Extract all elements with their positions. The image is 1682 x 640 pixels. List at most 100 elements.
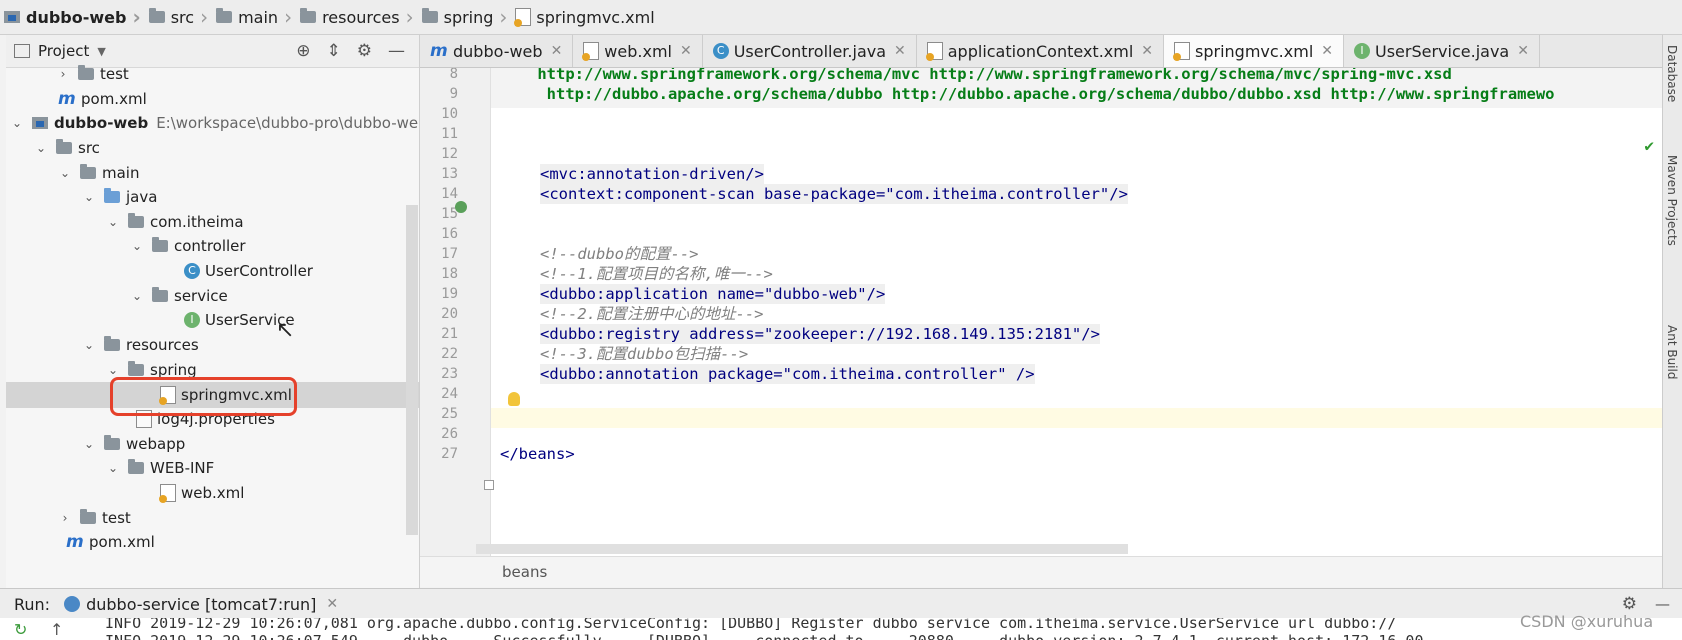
tree-item-main[interactable]: ⌄ main bbox=[58, 160, 139, 186]
chevron-down-icon[interactable]: ⌄ bbox=[106, 209, 120, 235]
arrow-up-icon[interactable]: ↑ bbox=[50, 620, 63, 639]
line-number: 19 bbox=[441, 286, 458, 302]
class-icon: C bbox=[184, 263, 200, 279]
tab-dubbo-web[interactable]: m dubbo-web ✕ bbox=[420, 35, 574, 67]
tree-item-web-xml[interactable]: web.xml bbox=[159, 480, 244, 506]
tab-usercontroller[interactable]: C UserController.java ✕ bbox=[703, 35, 917, 67]
package-icon bbox=[152, 287, 168, 302]
tab-userservice[interactable]: I UserService.java ✕ bbox=[1344, 35, 1540, 67]
gear-icon[interactable]: ⚙ bbox=[357, 41, 372, 61]
folder-icon bbox=[148, 8, 165, 23]
gear-icon[interactable]: ⚙ bbox=[1622, 594, 1637, 614]
code-editor[interactable]: 8 9 10 11 12 13 14 15 16 17 18 19 20 21 … bbox=[420, 68, 1662, 556]
line-number: 22 bbox=[441, 346, 458, 362]
run-toolbar: Run: dubbo-service [tomcat7:run] ✕ ⚙ — bbox=[0, 588, 1682, 619]
spring-bean-icon[interactable] bbox=[455, 201, 467, 213]
tree-item-java[interactable]: ⌄ java bbox=[82, 184, 157, 210]
locate-icon[interactable]: ⊕ bbox=[296, 41, 310, 61]
editor-breadcrumb[interactable]: beans bbox=[502, 563, 547, 581]
tree-item-test[interactable]: › test bbox=[56, 61, 129, 87]
tree-item-usercontroller[interactable]: C UserController bbox=[184, 258, 313, 284]
folder-icon bbox=[78, 65, 94, 80]
line-number: 21 bbox=[441, 326, 458, 342]
tree-item-src[interactable]: ⌄ src bbox=[34, 135, 100, 161]
chevron-down-icon[interactable]: ⌄ bbox=[130, 283, 144, 309]
interface-icon: I bbox=[1354, 43, 1370, 59]
line-number: 26 bbox=[441, 426, 458, 442]
code-line-27: </beans> bbox=[500, 445, 575, 463]
close-icon[interactable]: ✕ bbox=[894, 43, 906, 59]
ant-build-tool-button[interactable]: Ant Build bbox=[1665, 325, 1679, 379]
module-icon bbox=[32, 117, 48, 129]
collapse-all-icon[interactable]: ⇕ bbox=[327, 41, 341, 61]
close-icon[interactable]: ✕ bbox=[1141, 43, 1153, 59]
chevron-down-icon[interactable]: ⌄ bbox=[82, 332, 96, 358]
tree-item-resources[interactable]: ⌄ resources bbox=[82, 332, 199, 358]
chevron-right-icon[interactable]: › bbox=[56, 61, 70, 87]
close-icon[interactable]: ✕ bbox=[680, 43, 692, 59]
minimize-icon[interactable]: — bbox=[1655, 595, 1670, 613]
tree-item-controller[interactable]: ⌄ controller bbox=[130, 233, 246, 259]
minimize-icon[interactable]: — bbox=[388, 41, 405, 61]
maven-projects-tool-button[interactable]: Maven Projects bbox=[1665, 155, 1679, 246]
breadcrumb-item-dubbo-web[interactable]: dubbo-web › bbox=[0, 0, 145, 34]
tree-item-web-inf[interactable]: ⌄ WEB-INF bbox=[106, 455, 214, 481]
close-icon[interactable]: ✕ bbox=[551, 43, 563, 59]
project-panel: Project ▼ ⊕ ⇕ ⚙ — › test m pom.xml ⌄ dubbo-w… bbox=[6, 35, 420, 590]
editor-tabs: m dubbo-web ✕ web.xml ✕ C UserController.jav… bbox=[420, 35, 1682, 68]
editor-breadcrumb-bar: beans bbox=[420, 556, 1682, 587]
tree-item-dubbo-web[interactable]: ⌄ dubbo-web E:\workspace\dubbo-pro\dubbo-w… bbox=[10, 110, 418, 136]
project-view-selector[interactable]: Project ▼ bbox=[14, 42, 106, 60]
breadcrumb-item-main[interactable]: main › bbox=[212, 0, 296, 34]
line-number: 20 bbox=[441, 306, 458, 322]
breadcrumb-item-src[interactable]: src › bbox=[145, 0, 212, 34]
close-icon[interactable]: ✕ bbox=[326, 596, 338, 612]
chevron-down-icon[interactable]: ⌄ bbox=[106, 455, 120, 481]
fold-icon[interactable] bbox=[484, 480, 494, 490]
breadcrumb: dubbo-web › src › main › resources › spring ›… bbox=[0, 0, 1682, 35]
lightbulb-icon[interactable] bbox=[508, 392, 520, 406]
database-tool-button[interactable]: Database bbox=[1665, 45, 1679, 102]
code-line-23: <dubbo:annotation package="com.itheima.c… bbox=[540, 364, 1035, 384]
close-icon[interactable]: ✕ bbox=[1517, 43, 1529, 59]
tab-web-xml[interactable]: web.xml ✕ bbox=[573, 35, 703, 67]
code-line-18: <!--1.配置项目的名称,唯一--> bbox=[540, 265, 773, 283]
watermark: CSDN @xuruhua bbox=[1520, 612, 1654, 631]
tab-applicationcontext[interactable]: applicationContext.xml ✕ bbox=[917, 35, 1165, 67]
tree-item-webapp[interactable]: ⌄ webapp bbox=[82, 431, 185, 457]
chevron-down-icon[interactable]: ⌄ bbox=[130, 233, 144, 259]
run-console[interactable]: ↻ ↑ INFO 2019-12-29 10:26:07,081 org.apa… bbox=[0, 618, 1682, 640]
tree-item-service[interactable]: ⌄ service bbox=[130, 283, 228, 309]
tree-item-test-2[interactable]: › test bbox=[58, 505, 131, 531]
chevron-down-icon: ▼ bbox=[97, 44, 106, 58]
folder-icon bbox=[128, 459, 144, 474]
tab-springmvc[interactable]: springmvc.xml ✕ bbox=[1164, 35, 1344, 67]
close-icon[interactable]: ✕ bbox=[1321, 43, 1333, 59]
rerun-icon[interactable]: ↻ bbox=[14, 620, 27, 639]
class-icon: C bbox=[712, 43, 729, 59]
chevron-down-icon[interactable]: ⌄ bbox=[10, 110, 24, 136]
tree-item-pom-2[interactable]: m pom.xml bbox=[66, 529, 155, 555]
chevron-down-icon[interactable]: ⌄ bbox=[82, 184, 96, 210]
highlight-box bbox=[110, 377, 297, 416]
project-scrollbar[interactable] bbox=[406, 205, 418, 535]
chevron-down-icon[interactable]: ⌄ bbox=[82, 431, 96, 457]
breadcrumb-item-spring[interactable]: spring › bbox=[418, 0, 512, 34]
chevron-right-icon[interactable]: › bbox=[58, 505, 72, 531]
breadcrumb-item-resources[interactable]: resources › bbox=[296, 0, 418, 34]
tree-item-pom[interactable]: m pom.xml bbox=[58, 86, 147, 112]
console-line: INFO 2019-12-29 10:26:07,549 ... dubbo .… bbox=[105, 632, 1424, 640]
line-number: 15 bbox=[441, 206, 458, 222]
breadcrumb-item-springmvc[interactable]: springmvc.xml bbox=[511, 0, 658, 34]
editor-horizontal-scrollbar[interactable] bbox=[476, 544, 1128, 554]
tomcat-run-icon bbox=[64, 596, 81, 612]
mouse-cursor-icon: ↖ bbox=[276, 318, 295, 343]
maven-icon: m bbox=[58, 89, 76, 109]
run-tab[interactable]: dubbo-service [tomcat7:run] ✕ bbox=[64, 595, 338, 614]
tree-item-com-itheima[interactable]: ⌄ com.itheima bbox=[106, 209, 244, 235]
chevron-down-icon[interactable]: ⌄ bbox=[34, 135, 48, 161]
chevron-down-icon[interactable]: ⌄ bbox=[58, 160, 72, 186]
check-icon: ✔ bbox=[1644, 136, 1654, 155]
maven-icon: m bbox=[430, 41, 448, 61]
line-number: 25 bbox=[441, 406, 458, 422]
